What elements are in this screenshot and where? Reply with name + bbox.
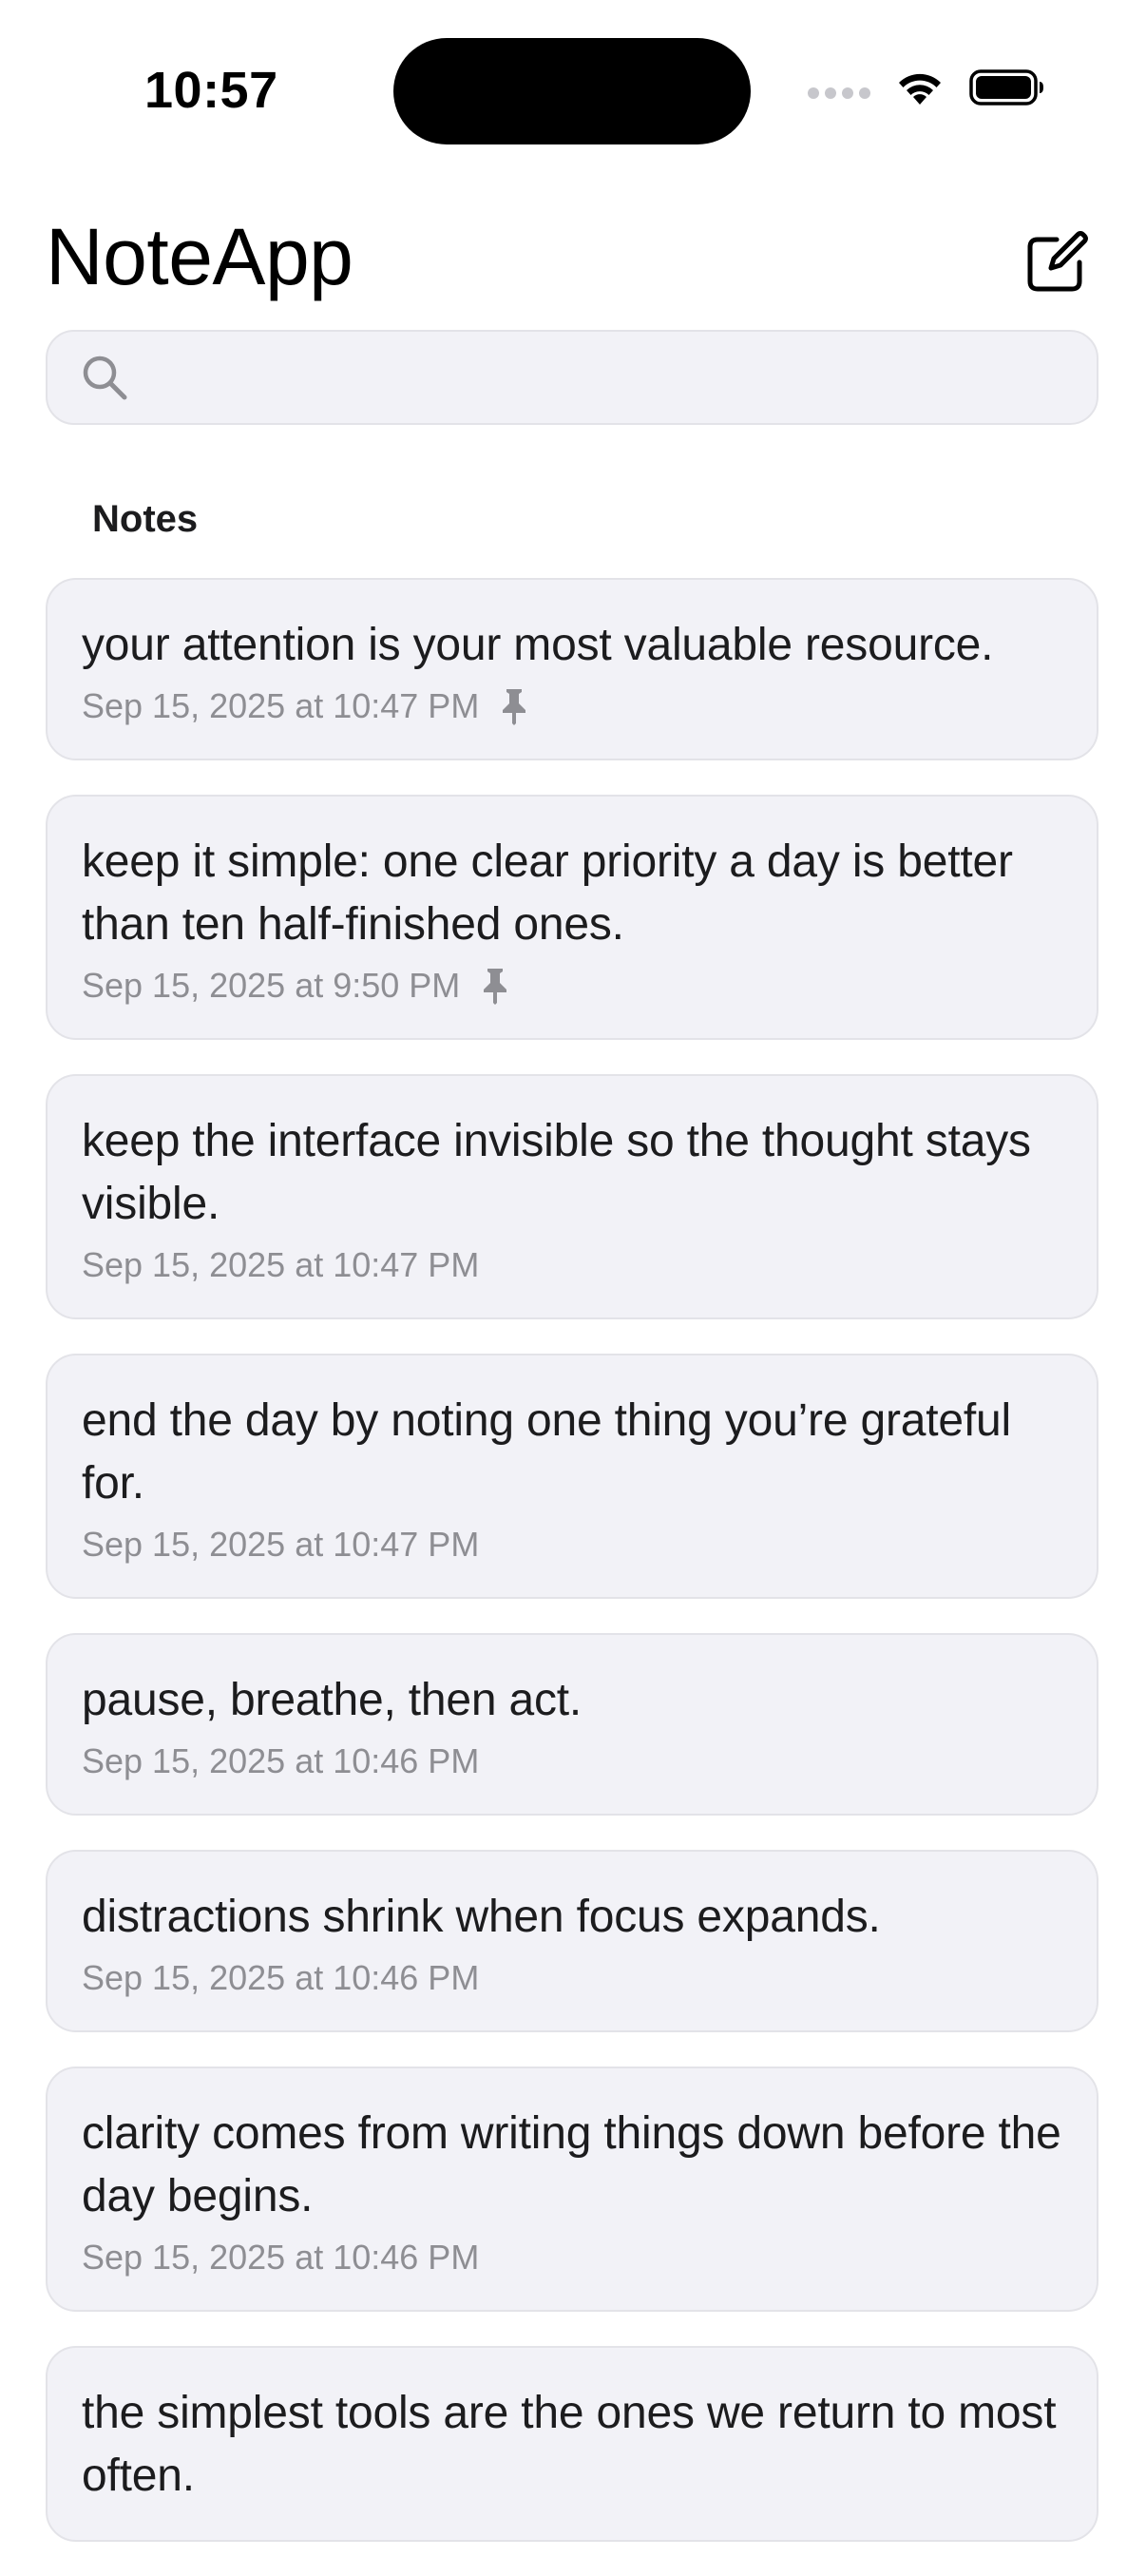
- note-card[interactable]: the simplest tools are the ones we retur…: [46, 2346, 1098, 2542]
- note-card[interactable]: keep it simple: one clear priority a day…: [46, 795, 1098, 1040]
- pin-icon: [503, 689, 526, 725]
- search-icon: [83, 356, 127, 400]
- note-date: Sep 15, 2025 at 10:46 PM: [82, 1958, 480, 1997]
- note-date: Sep 15, 2025 at 10:46 PM: [82, 1741, 480, 1780]
- status-icons: [808, 68, 1045, 106]
- note-meta: Sep 15, 2025 at 10:46 PM: [82, 1741, 1062, 1781]
- note-meta: Sep 15, 2025 at 10:46 PM: [82, 1958, 1062, 1998]
- note-card[interactable]: your attention is your most valuable res…: [46, 578, 1098, 760]
- status-time: 10:57: [144, 62, 278, 119]
- note-text: keep the interface invisible so the thou…: [82, 1116, 1031, 1229]
- note-card[interactable]: keep the interface invisible so the thou…: [46, 1074, 1098, 1319]
- note-card[interactable]: distractions shrink when focus expands. …: [46, 1850, 1098, 2032]
- compose-button[interactable]: [1022, 228, 1091, 297]
- note-text: distractions shrink when focus expands.: [82, 1892, 881, 1942]
- note-text: keep it simple: one clear priority a day…: [82, 836, 1013, 950]
- notes-list: your attention is your most valuable res…: [46, 578, 1098, 2576]
- note-meta: Sep 15, 2025 at 10:46 PM: [82, 2238, 1062, 2278]
- note-meta: Sep 15, 2025 at 10:47 PM: [82, 1245, 1062, 1285]
- search-bar[interactable]: [46, 330, 1098, 425]
- dynamic-island: [393, 38, 751, 144]
- note-card[interactable]: pause, breathe, then act. Sep 15, 2025 a…: [46, 1633, 1098, 1816]
- note-date: Sep 15, 2025 at 10:46 PM: [82, 2238, 480, 2277]
- note-meta: Sep 15, 2025 at 10:47 PM: [82, 686, 1062, 726]
- note-meta: Sep 15, 2025 at 9:50 PM: [82, 966, 1062, 1006]
- note-text: your attention is your most valuable res…: [82, 620, 994, 670]
- battery-icon: [969, 69, 1043, 106]
- note-date: Sep 15, 2025 at 10:47 PM: [82, 1245, 480, 1284]
- note-text: clarity comes from writing things down b…: [82, 2108, 1061, 2221]
- note-date: Sep 15, 2025 at 9:50 PM: [82, 966, 461, 1005]
- note-text: end the day by noting one thing you’re g…: [82, 1395, 1011, 1509]
- note-card[interactable]: end the day by noting one thing you’re g…: [46, 1354, 1098, 1599]
- compose-icon: [1027, 231, 1088, 292]
- search-input[interactable]: [148, 351, 1064, 404]
- page-title: NoteApp: [46, 212, 353, 301]
- status-bar: 10:57: [0, 0, 1146, 181]
- note-date: Sep 15, 2025 at 10:47 PM: [82, 686, 480, 725]
- header: NoteApp: [0, 200, 1146, 323]
- note-date: Sep 15, 2025 at 10:47 PM: [82, 1525, 480, 1564]
- section-title: Notes: [92, 498, 199, 540]
- note-text: the simplest tools are the ones we retur…: [82, 2388, 1057, 2501]
- pin-icon: [484, 969, 507, 1005]
- wifi-icon: [899, 73, 941, 105]
- note-text: pause, breathe, then act.: [82, 1675, 583, 1725]
- note-meta: Sep 15, 2025 at 10:47 PM: [82, 1525, 1062, 1565]
- signal-icon: [808, 87, 870, 99]
- note-card[interactable]: clarity comes from writing things down b…: [46, 2067, 1098, 2312]
